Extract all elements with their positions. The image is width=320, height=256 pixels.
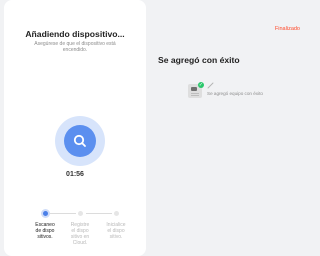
device-status-text: Se agregó equipo con éxito [207,91,263,96]
adding-subtitle: Asegúrese de que el dispositivo está enc… [34,41,116,54]
step-indicator-init [114,211,119,216]
adding-title: Añadiendo dispositivo... [25,29,125,39]
adding-device-card: Añadiendo dispositivo... Asegúrese de qu… [4,0,146,256]
scan-button [64,125,96,157]
step-label-init: Inicialice el dispo sitivo. [106,222,126,240]
countdown-timer: 01:56 [66,171,84,178]
step-label-register: Registre el dispo sitivo en Cloud. [70,222,90,246]
pencil-icon[interactable] [207,82,214,89]
step-connector [50,213,76,214]
finish-button[interactable]: Finalizado [275,26,300,32]
search-icon [73,134,86,147]
step-indicator-register [78,211,83,216]
step-label-scan: Escaneo de dispo sitivos. [35,222,55,240]
success-title: Se agregó con éxito [158,55,240,65]
step-connector [86,213,112,214]
check-icon: ✓ [198,82,204,88]
step-indicator-scan [41,209,50,218]
